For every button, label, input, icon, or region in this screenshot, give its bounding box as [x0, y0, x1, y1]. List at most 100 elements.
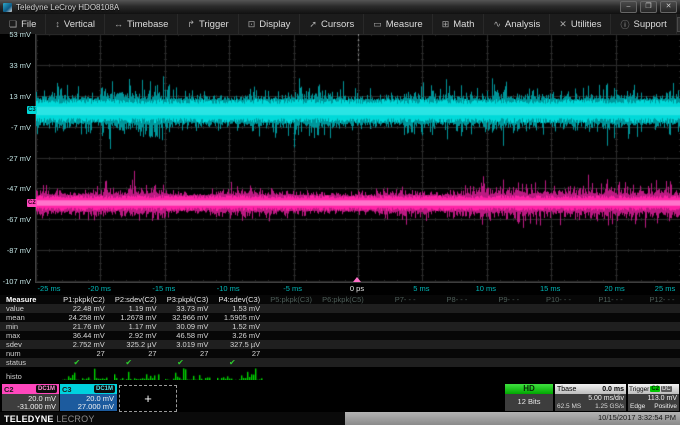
- trace-position-tag-c2[interactable]: C2: [27, 199, 37, 207]
- waveform-canvas[interactable]: [36, 34, 680, 282]
- acquisition-mode-box[interactable]: HD 12 Bits: [505, 384, 553, 411]
- hd-mode-label: HD: [505, 384, 553, 394]
- status-check-icon: ✔: [162, 358, 214, 367]
- maximize-button[interactable]: ❐: [640, 1, 657, 13]
- measure-cell-p2-value: 1.19 mV: [110, 304, 162, 313]
- measure-cell-p8-num: [421, 349, 473, 358]
- menu-item-utilities[interactable]: ✕Utilities: [550, 14, 611, 34]
- minimize-button[interactable]: –: [620, 1, 637, 13]
- timestamp: 10/15/2017 3:32:54 PM: [345, 412, 680, 425]
- measure-column-header-p2[interactable]: P2:sdev(C2): [110, 295, 162, 304]
- measure-cell-p2-sdev: 325.2 µV: [110, 340, 162, 349]
- histogram-icon: [265, 380, 317, 381]
- file-icon: ❏: [9, 19, 17, 30]
- measure-column-header-p9[interactable]: P9- - -: [472, 295, 524, 304]
- measure-column-header-p12[interactable]: P12- - -: [628, 295, 680, 304]
- menu-item-label: Utilities: [571, 19, 602, 30]
- measure-cell-p10-value: [524, 304, 576, 313]
- measure-column-header-p4[interactable]: P4:sdev(C3): [213, 295, 265, 304]
- measure-cell-p4-num: 27: [213, 349, 265, 358]
- measure-column-header-p7[interactable]: P7- - -: [369, 295, 421, 304]
- trigger-time-marker-icon[interactable]: [353, 277, 361, 282]
- measure-cell-p4-sdev: 327.5 µV: [213, 340, 265, 349]
- menu-item-timebase[interactable]: ↔Timebase: [105, 14, 178, 34]
- add-channel-button[interactable]: +: [119, 385, 177, 412]
- display-icon: ⊡: [248, 19, 256, 30]
- trace-position-tag-c3[interactable]: C3: [27, 106, 37, 114]
- measure-cell-p6-num: [317, 349, 369, 358]
- x-axis-label: 20 ms: [604, 284, 624, 293]
- menu-item-display[interactable]: ⊡Display: [239, 14, 301, 34]
- channel-box-c3[interactable]: C3DC1M20.0 mV27.000 mV: [60, 384, 117, 411]
- measure-cell-p10-num: [524, 349, 576, 358]
- menu-item-measure[interactable]: ▭Measure: [364, 14, 432, 34]
- measure-row: num27272727: [0, 349, 680, 358]
- measure-column-header-p10[interactable]: P10- - -: [524, 295, 576, 304]
- menu-bar: ❏File↕Vertical↔Timebase↱Trigger⊡Display➚…: [0, 14, 680, 35]
- measure-column-header-p1[interactable]: P1:pkpk(C2): [58, 295, 110, 304]
- menu-item-trigger[interactable]: ↱Trigger: [178, 14, 238, 34]
- measure-cell-p6-value: [317, 304, 369, 313]
- y-axis-label: 53 mV: [9, 30, 31, 39]
- measure-cell-p9-num: [472, 349, 524, 358]
- status-check-icon: [369, 358, 421, 367]
- measure-row-label: max: [0, 331, 58, 340]
- measure-row-label: value: [0, 304, 58, 313]
- hd-bits-label: 12 Bits: [505, 394, 553, 411]
- menu-item-support[interactable]: ⓘSupport: [611, 14, 676, 34]
- menu-item-analysis[interactable]: ∿Analysis: [484, 14, 550, 34]
- measure-column-header-p11[interactable]: P11- - -: [576, 295, 628, 304]
- waveform-display[interactable]: [35, 34, 680, 283]
- measure-column-header-p5[interactable]: P5:pkpk(C3): [265, 295, 317, 304]
- y-axis-label: -47 mV: [7, 184, 31, 193]
- measure-row: value22.48 mV1.19 mV33.73 mV1.53 mV: [0, 304, 680, 313]
- menu-item-math[interactable]: ⊞Math: [433, 14, 485, 34]
- measure-cell-p3-mean: 32.966 mV: [162, 313, 214, 322]
- measure-row: status✔✔✔✔: [0, 358, 680, 367]
- measure-column-header-p6[interactable]: P6:pkpk(C5): [317, 295, 369, 304]
- measure-cell-p3-value: 33.73 mV: [162, 304, 214, 313]
- status-check-icon: [576, 358, 628, 367]
- measure-cell-p7-mean: [369, 313, 421, 322]
- channel-box-c2[interactable]: C2DC1M20.0 mV-31.000 mV: [2, 384, 59, 411]
- measure-cell-p11-num: [576, 349, 628, 358]
- measure-cell-p9-mean: [472, 313, 524, 322]
- status-check-icon: [628, 358, 680, 367]
- menu-item-vertical[interactable]: ↕Vertical: [46, 14, 105, 34]
- histogram-icon: [110, 368, 162, 381]
- measure-cell-p7-value: [369, 304, 421, 313]
- histogram-icon: [317, 380, 369, 381]
- measure-cell-p3-max: 46.58 mV: [162, 331, 214, 340]
- menu-item-cursors[interactable]: ➚Cursors: [300, 14, 364, 34]
- histogram-icon: [576, 380, 628, 381]
- trigger-source-badge: C2: [650, 386, 660, 392]
- measure-row-label: status: [0, 358, 58, 367]
- measure-cell-p11-sdev: [576, 340, 628, 349]
- y-axis-label: -107 mV: [3, 277, 31, 286]
- y-axis-label: -87 mV: [7, 246, 31, 255]
- histogram-icon: [213, 368, 265, 381]
- measure-table: MeasureP1:pkpk(C2)P2:sdev(C2)P3:pkpk(C3)…: [0, 295, 680, 381]
- measure-cell-p1-max: 36.44 mV: [58, 331, 110, 340]
- measure-cell-p3-sdev: 3.019 mV: [162, 340, 214, 349]
- app-logo-icon: [3, 3, 12, 12]
- measure-cell-p5-max: [265, 331, 317, 340]
- measure-cell-p1-mean: 24.258 mV: [58, 313, 110, 322]
- measure-row-label: mean: [0, 313, 58, 322]
- menu-item-label: Display: [259, 19, 290, 30]
- vertical-icon: ↕: [55, 19, 60, 29]
- x-axis-label: 5 ms: [413, 284, 429, 293]
- trigger-box[interactable]: Trigger C2 DC 113.0 mV Edge Positive: [628, 384, 679, 411]
- timebase-box[interactable]: Tbase 0.0 ms 5.00 ms/div 62.5 MS 1.25 GS…: [555, 384, 626, 411]
- measure-cell-p2-max: 2.92 mV: [110, 331, 162, 340]
- measure-column-header-p3[interactable]: P3:pkpk(C3): [162, 295, 214, 304]
- histogram-icon: [162, 368, 214, 381]
- measure-cell-p1-min: 21.76 mV: [58, 322, 110, 331]
- close-button[interactable]: ✕: [660, 1, 677, 13]
- measure-cell-p10-sdev: [524, 340, 576, 349]
- menu-item-label: Math: [453, 19, 474, 30]
- measure-column-header-p8[interactable]: P8- - -: [421, 295, 473, 304]
- coupling-badge: DC1M: [94, 385, 115, 393]
- measure-cell-p6-max: [317, 331, 369, 340]
- y-axis-label: 33 mV: [9, 61, 31, 70]
